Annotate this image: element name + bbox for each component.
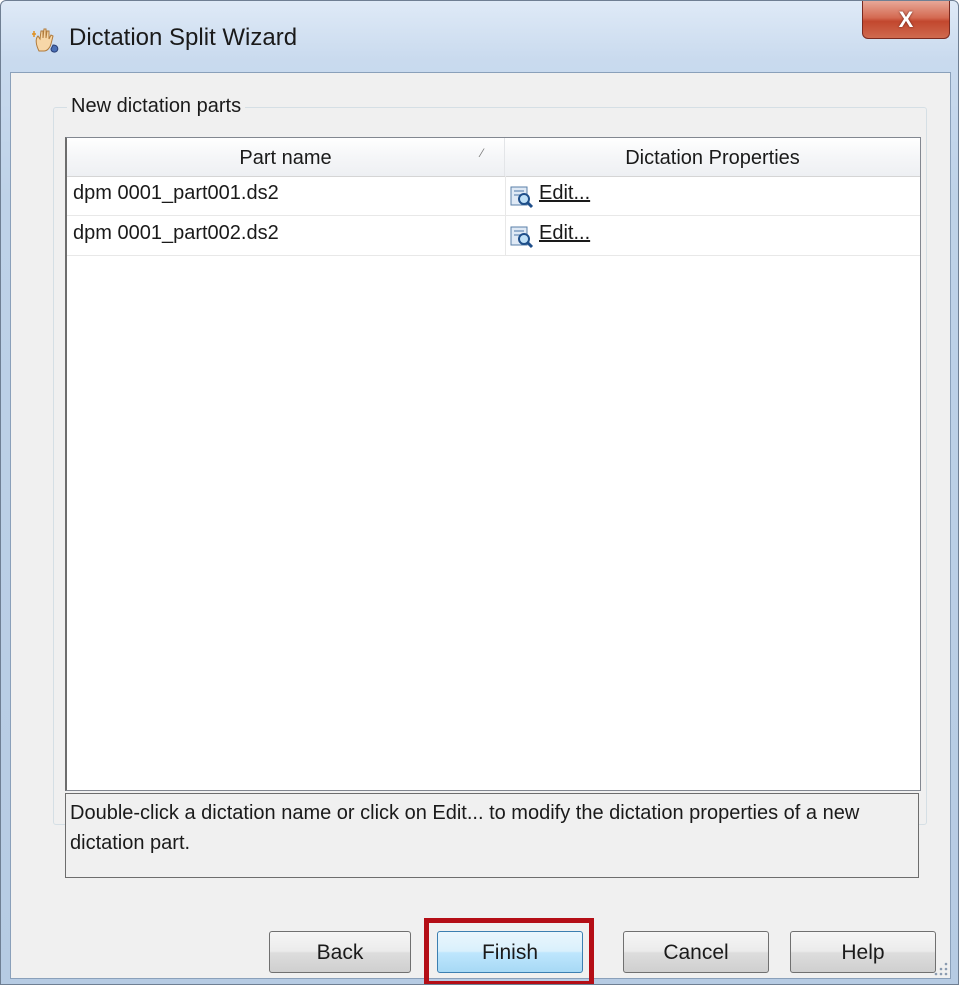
group-label: New dictation parts xyxy=(67,95,246,118)
list-header: Part name ⁄ Dictation Properties xyxy=(67,138,920,177)
column-header-part-name[interactable]: Part name xyxy=(67,138,505,176)
close-icon: X xyxy=(898,6,914,32)
part-name-cell[interactable]: dpm 0001_part001.ds2 xyxy=(73,182,503,205)
dialog-client-area: New dictation parts Part name ⁄ Dictatio… xyxy=(10,72,951,984)
dialog-window: Dictation Split Wizard X New dictation p… xyxy=(0,0,959,985)
column-header-dictation-properties[interactable]: Dictation Properties xyxy=(505,138,920,176)
properties-magnifier-icon[interactable] xyxy=(510,225,534,249)
finish-highlight-box xyxy=(424,918,594,984)
table-row[interactable]: dpm 0001_part001.ds2 Edit... xyxy=(67,176,920,216)
parts-list[interactable]: Part name ⁄ Dictation Properties dpm 000… xyxy=(65,137,921,791)
window-title: Dictation Split Wizard xyxy=(69,24,298,51)
cell-divider xyxy=(505,216,506,255)
edit-link[interactable]: Edit... xyxy=(539,222,590,245)
help-button[interactable]: Help xyxy=(790,931,936,973)
hand-wizard-icon xyxy=(32,28,59,53)
part-name-cell[interactable]: dpm 0001_part002.ds2 xyxy=(73,222,503,245)
close-button[interactable]: X xyxy=(862,1,950,39)
cell-divider xyxy=(505,176,506,215)
properties-magnifier-icon[interactable] xyxy=(510,185,534,209)
title-bar[interactable]: Dictation Split Wizard X xyxy=(1,1,958,73)
cancel-button[interactable]: Cancel xyxy=(623,931,769,973)
edit-link[interactable]: Edit... xyxy=(539,182,590,205)
hint-text-box: Double-click a dictation name or click o… xyxy=(65,793,919,878)
table-row[interactable]: dpm 0001_part002.ds2 Edit... xyxy=(67,216,920,256)
back-button[interactable]: Back xyxy=(269,931,411,973)
sort-indicator-icon: ⁄ xyxy=(481,146,484,160)
resize-grip-icon[interactable] xyxy=(931,959,949,977)
